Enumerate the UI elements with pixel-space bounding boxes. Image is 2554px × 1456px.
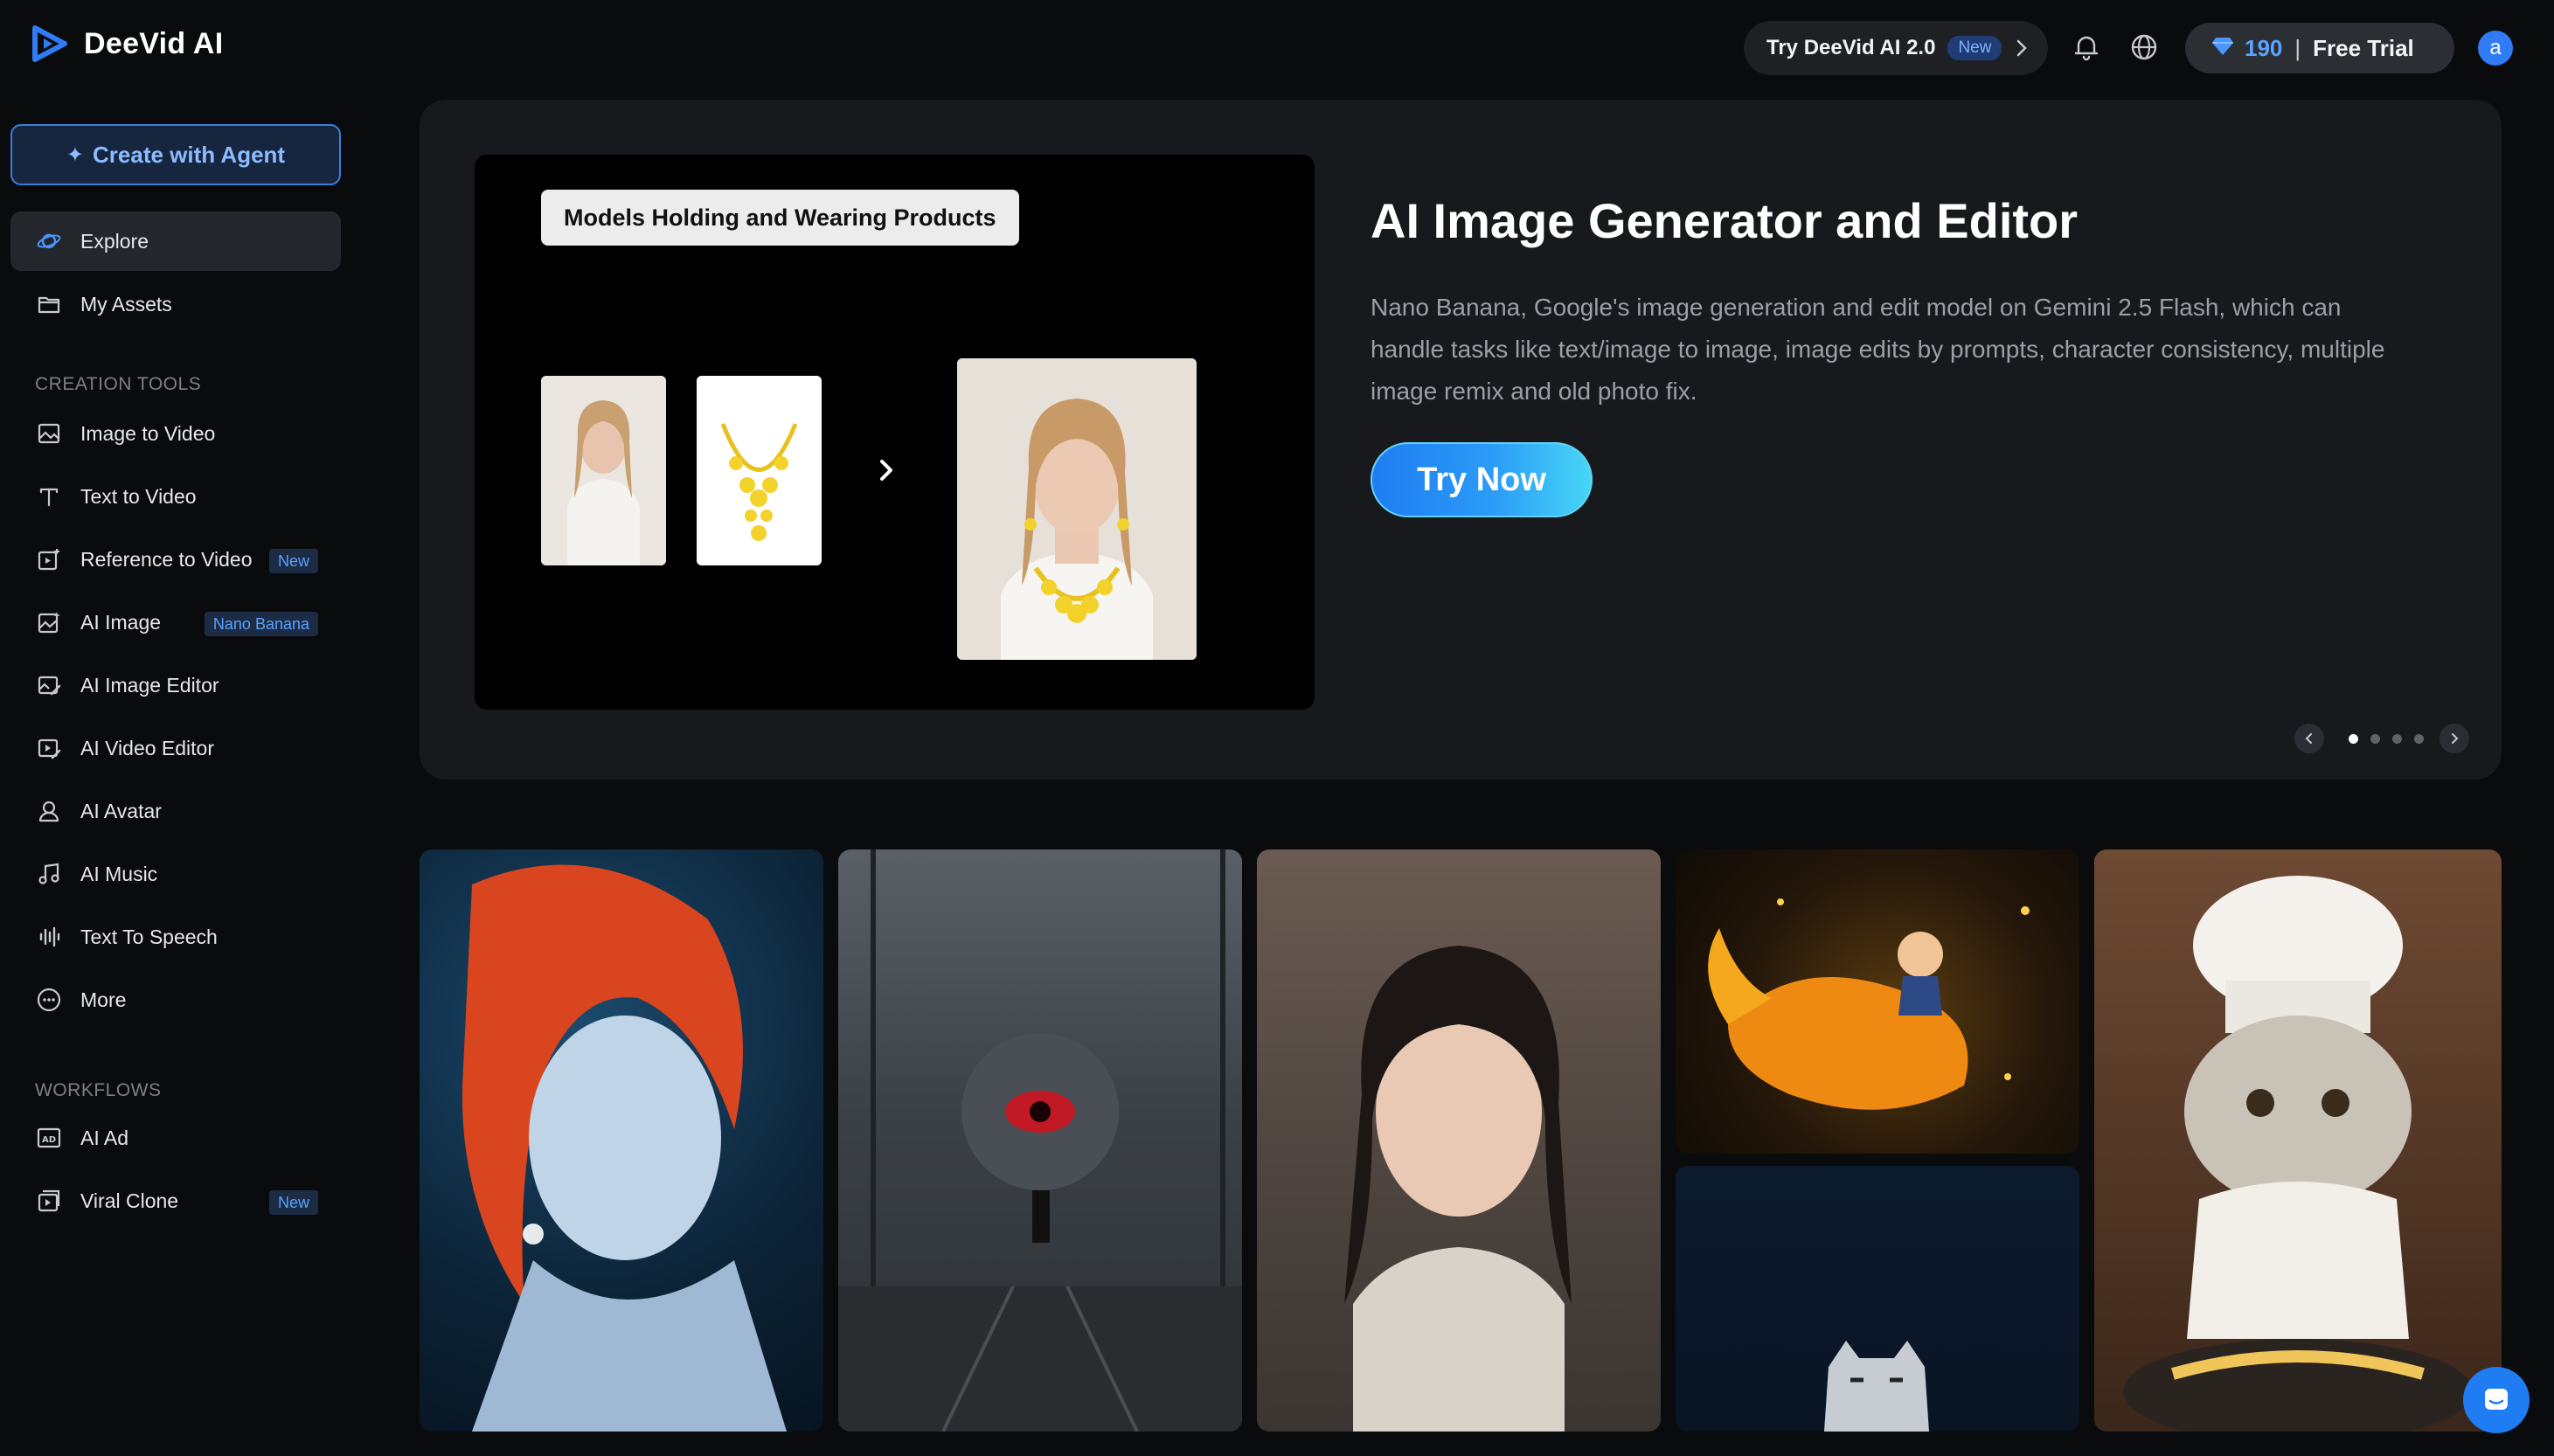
sidebar-item-image-to-video[interactable]: Image to Video xyxy=(10,404,341,463)
explore-gallery xyxy=(420,849,2502,1432)
credits-plan-button[interactable]: 190 | Free Trial xyxy=(2185,23,2454,73)
svg-text:AD: AD xyxy=(42,1135,56,1145)
sidebar-item-ai-video-editor[interactable]: AI Video Editor xyxy=(10,718,341,778)
user-avatar[interactable]: a xyxy=(2478,31,2513,66)
sidebar-item-label: AI Video Editor xyxy=(80,736,215,759)
chevron-right-icon xyxy=(2011,37,2032,64)
try-now-button[interactable]: Try Now xyxy=(1371,442,1593,517)
sidebar-item-ai-ad[interactable]: AD AI Ad xyxy=(10,1108,341,1168)
carousel-dot[interactable] xyxy=(2414,734,2424,744)
arrow-right-icon xyxy=(873,457,899,483)
separator: | xyxy=(2294,34,2301,61)
carousel-controls xyxy=(2294,724,2469,753)
necklace-product-thumbnail xyxy=(697,376,822,565)
new-badge: New xyxy=(1947,36,2002,60)
gallery-card[interactable] xyxy=(1257,849,1661,1432)
model-photo-thumbnail xyxy=(541,376,666,565)
sidebar-item-label: Image to Video xyxy=(80,421,216,445)
support-chat-button[interactable] xyxy=(2463,1367,2530,1433)
planet-icon xyxy=(37,229,61,253)
carousel-next-button[interactable] xyxy=(2439,724,2469,753)
sidebar-item-label: My Assets xyxy=(80,292,172,315)
hero-description: Nano Banana, Google's image generation a… xyxy=(1371,294,2385,405)
carousel-dot[interactable] xyxy=(2349,734,2358,744)
ai-image-icon xyxy=(37,610,61,634)
credits-count: 190 xyxy=(2245,34,2283,61)
try-deevid-2-button[interactable]: Try DeeVid AI 2.0 New xyxy=(1744,21,2048,75)
creation-tools-heading: CREATION TOOLS xyxy=(35,374,202,394)
sidebar-item-label: AI Avatar xyxy=(80,799,162,822)
sidebar-item-label: Text to Video xyxy=(80,484,197,508)
sidebar-item-label: AI Image xyxy=(80,610,162,634)
sidebar-item-label: AI Ad xyxy=(80,1126,128,1149)
video-editor-icon xyxy=(37,736,61,760)
sidebar-item-ai-image[interactable]: AI Image Nano Banana xyxy=(10,593,341,652)
more-icon xyxy=(37,988,61,1012)
sidebar-item-ai-music[interactable]: AI Music xyxy=(10,844,341,904)
globe-icon[interactable] xyxy=(2128,31,2160,63)
sidebar: ✦ Create with Agent Explore My Assets CR… xyxy=(0,96,350,1456)
sidebar-item-label: Text To Speech xyxy=(80,925,218,948)
text-icon xyxy=(37,484,61,509)
media-tag: Models Holding and Wearing Products xyxy=(541,190,1019,246)
new-badge: New xyxy=(268,549,318,573)
create-with-agent-label: Create with Agent xyxy=(93,141,286,168)
sidebar-item-text-to-speech[interactable]: Text To Speech xyxy=(10,907,341,967)
gallery-card[interactable] xyxy=(1676,849,2079,1154)
sidebar-item-label: Viral Clone xyxy=(80,1189,179,1212)
chevron-left-icon xyxy=(2305,733,2312,744)
carousel-dot[interactable] xyxy=(2370,734,2380,744)
create-with-agent-button[interactable]: ✦ Create with Agent xyxy=(10,124,341,185)
sidebar-item-label: Explore xyxy=(80,229,149,253)
try-now-label: Try Now xyxy=(1417,461,1546,498)
sidebar-item-explore[interactable]: Explore xyxy=(10,211,341,271)
bell-icon[interactable] xyxy=(2071,31,2102,63)
sidebar-item-reference-to-video[interactable]: Reference to Video New xyxy=(10,530,341,589)
avatar-icon xyxy=(37,799,61,823)
music-icon xyxy=(37,862,61,886)
sidebar-item-ai-avatar[interactable]: AI Avatar xyxy=(10,781,341,841)
chevron-right-icon xyxy=(2452,733,2459,744)
sidebar-item-ai-image-editor[interactable]: AI Image Editor xyxy=(10,655,341,715)
folder-icon xyxy=(37,292,61,316)
image-editor-icon xyxy=(37,673,61,697)
carousel-dot[interactable] xyxy=(2392,734,2402,744)
new-badge: New xyxy=(268,1190,318,1215)
sidebar-item-label: More xyxy=(80,988,127,1011)
reference-icon xyxy=(37,547,61,572)
sidebar-item-label: Reference to Video xyxy=(80,547,253,571)
sidebar-item-more[interactable]: More xyxy=(10,970,341,1030)
image-icon xyxy=(37,421,61,446)
hero-banner: Models Holding and Wearing Products AI I… xyxy=(420,100,2502,780)
nano-banana-badge: Nano Banana xyxy=(204,612,318,636)
sidebar-item-my-assets[interactable]: My Assets xyxy=(10,274,341,334)
speech-icon xyxy=(37,925,61,949)
plan-label: Free Trial xyxy=(2313,34,2414,61)
sidebar-item-text-to-video[interactable]: Text to Video xyxy=(10,467,341,526)
top-bar: DeeVid AI Try DeeVid AI 2.0 New 190 | Fr… xyxy=(0,0,2554,96)
chat-icon xyxy=(2485,1389,2508,1410)
sidebar-item-label: AI Image Editor xyxy=(80,673,219,697)
sparkle-icon: ✦ xyxy=(66,142,85,167)
deevid-logo-icon xyxy=(31,24,68,63)
hero-title: AI Image Generator and Editor xyxy=(1371,193,2079,248)
diamond-icon xyxy=(2211,37,2234,60)
workflows-heading: WORKFLOWS xyxy=(35,1080,162,1100)
hero-media-preview: Models Holding and Wearing Products xyxy=(475,155,1315,710)
clone-icon xyxy=(37,1189,61,1213)
ad-icon: AD xyxy=(37,1126,61,1150)
gallery-card[interactable] xyxy=(838,849,1242,1432)
sidebar-item-viral-clone[interactable]: Viral Clone New xyxy=(10,1171,341,1231)
gallery-card[interactable] xyxy=(1676,1166,2079,1432)
gallery-card[interactable] xyxy=(420,849,823,1432)
logo[interactable]: DeeVid AI xyxy=(31,24,224,63)
brand-name: DeeVid AI xyxy=(84,26,224,60)
carousel-prev-button[interactable] xyxy=(2294,724,2324,753)
gallery-card[interactable] xyxy=(2094,849,2502,1432)
try-deevid-label: Try DeeVid AI 2.0 xyxy=(1766,36,1936,59)
sidebar-item-label: AI Music xyxy=(80,862,158,885)
result-photo-thumbnail xyxy=(957,358,1197,660)
